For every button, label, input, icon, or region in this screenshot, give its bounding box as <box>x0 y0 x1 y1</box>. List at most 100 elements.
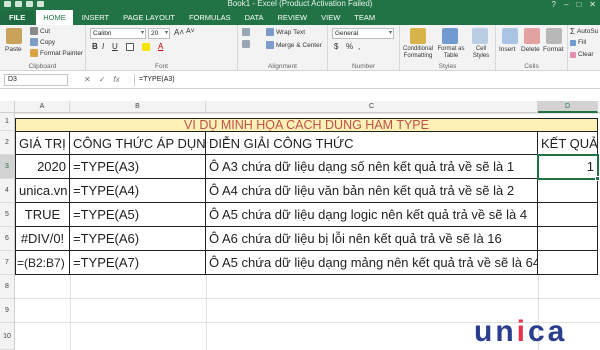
window-controls: ? – □ ✕ <box>552 0 596 9</box>
tab-review[interactable]: REVIEW <box>271 11 315 25</box>
cell-c6[interactable]: Ô A6 chứa dữ liệu bị lỗi nên kết quả trả… <box>206 227 538 251</box>
fill-button[interactable]: Fill <box>570 39 586 46</box>
cell-c3[interactable]: Ô A3 chứa dữ liệu dạng số nên kết quả tr… <box>206 155 538 179</box>
cut-button[interactable]: Cut <box>30 27 50 35</box>
tab-file[interactable]: FILE <box>0 11 35 25</box>
conditional-formatting-button[interactable]: Conditional Formatting <box>402 46 434 60</box>
header-cell-formula[interactable]: CÔNG THỨC ÁP DỤNG <box>70 131 206 155</box>
row-header-3[interactable]: 3 <box>0 155 15 179</box>
cell-styles-button[interactable]: Cell Styles <box>468 46 494 60</box>
maximize-button[interactable]: □ <box>576 0 581 9</box>
close-button[interactable]: ✕ <box>589 0 596 9</box>
tab-insert[interactable]: INSERT <box>75 11 116 25</box>
cell-a6[interactable]: #DIV/0! <box>15 227 70 251</box>
name-box[interactable]: D3 <box>4 74 68 86</box>
row-header-2[interactable]: 2 <box>0 131 15 155</box>
left-align-button[interactable] <box>242 40 250 48</box>
row-header-4[interactable]: 4 <box>0 179 15 203</box>
tab-team[interactable]: TEAM <box>347 11 382 25</box>
tab-home[interactable]: HOME <box>36 10 73 25</box>
row-header-6[interactable]: 6 <box>0 227 15 251</box>
merge-center-button[interactable]: Merge & Center <box>266 41 322 49</box>
insert-function-icon[interactable]: fx <box>113 74 119 86</box>
header-cell-explanation[interactable]: DIỄN GIẢI CÔNG THỨC <box>206 131 538 155</box>
shrink-font-button[interactable]: A˅ <box>186 28 195 35</box>
cell-c5[interactable]: Ô A5 chứa dữ liệu dạng logic nên kết quả… <box>206 203 538 227</box>
cell-a3[interactable]: 2020 <box>15 155 70 179</box>
formula-bar-buttons: ✕ ✓ fx <box>84 74 120 86</box>
eraser-icon <box>570 51 576 58</box>
cell-b7[interactable]: =TYPE(A7) <box>70 251 206 275</box>
chevron-down-icon: ▾ <box>388 30 392 36</box>
enter-icon[interactable]: ✓ <box>99 74 106 86</box>
cell-a7[interactable]: =(B2:B7) <box>15 251 70 275</box>
cell-c7[interactable]: Ô A5 chứa dữ liệu dạng mảng nên kết quả … <box>206 251 538 275</box>
tab-formulas[interactable]: FORMULAS <box>182 11 238 25</box>
comma-button[interactable]: , <box>358 42 360 51</box>
row-header-7[interactable]: 7 <box>0 251 15 275</box>
cell-b3[interactable]: =TYPE(A3) <box>70 155 206 179</box>
cell-d6[interactable] <box>538 227 598 251</box>
merge-center-label: Merge & Center <box>276 41 322 49</box>
row-header-9[interactable]: 9 <box>0 299 15 323</box>
row-header-5[interactable]: 5 <box>0 203 15 227</box>
column-header-c[interactable]: C <box>206 101 538 113</box>
styles-group: Conditional Formatting Format as Table C… <box>400 25 496 71</box>
font-size-select[interactable]: 20 ▾ <box>148 28 170 39</box>
tab-data[interactable]: DATA <box>238 11 271 25</box>
cell-d5[interactable] <box>538 203 598 227</box>
tab-view[interactable]: VIEW <box>314 11 347 25</box>
cell-b5[interactable]: =TYPE(A5) <box>70 203 206 227</box>
cell-d7[interactable] <box>538 251 598 275</box>
formula-input[interactable]: =TYPE(A3) <box>134 74 596 86</box>
percent-button[interactable]: % <box>346 42 353 51</box>
paste-button[interactable]: Paste <box>5 46 22 53</box>
cell-d4[interactable] <box>538 179 598 203</box>
number-format-select[interactable]: General ▾ <box>332 28 394 39</box>
cell-c4[interactable]: Ô A4 chứa dữ liệu văn bản nên kết quả tr… <box>206 179 538 203</box>
format-painter-button[interactable]: Format Painter <box>30 49 83 57</box>
autosum-button[interactable]: Σ AutoSu <box>570 27 598 36</box>
tab-page-layout[interactable]: PAGE LAYOUT <box>116 11 182 25</box>
row-header-8[interactable]: 8 <box>0 275 15 299</box>
grow-font-button[interactable]: A˄ <box>174 28 184 37</box>
underline-button[interactable]: U <box>112 42 118 51</box>
merge-icon <box>266 41 274 49</box>
borders-button[interactable] <box>126 43 134 51</box>
currency-button[interactable]: $ <box>334 42 338 51</box>
column-header-d[interactable]: D <box>538 101 598 113</box>
top-align-button[interactable] <box>242 28 250 36</box>
row-header-10[interactable]: 10 <box>0 323 15 350</box>
clear-button[interactable]: Clear <box>570 51 594 58</box>
delete-button[interactable]: Delete <box>521 46 540 53</box>
header-cell-value[interactable]: GIÁ TRỊ <box>15 131 70 155</box>
insert-button[interactable]: Insert <box>499 46 515 53</box>
header-cell-result[interactable]: KẾT QUẢ <box>538 131 598 155</box>
cell-a4[interactable]: unica.vn <box>15 179 70 203</box>
cell-a5[interactable]: TRUE <box>15 203 70 227</box>
format-button[interactable]: Format <box>543 46 564 53</box>
wrap-text-button[interactable]: Wrap Text <box>266 28 305 36</box>
select-all-button[interactable] <box>0 101 15 113</box>
column-header-b[interactable]: B <box>70 101 206 113</box>
alignment-group: Wrap Text Merge & Center Alignment <box>238 25 328 71</box>
font-name-select[interactable]: Calibri ▾ <box>90 28 146 39</box>
column-header-a[interactable]: A <box>15 101 70 113</box>
help-button[interactable]: ? <box>552 0 556 9</box>
cell-d3[interactable]: 1 <box>538 155 598 179</box>
format-as-table-button[interactable]: Format as Table <box>436 46 466 60</box>
italic-button[interactable]: I <box>102 42 104 51</box>
gridline <box>206 274 207 350</box>
logo-text-accent: i <box>516 315 528 348</box>
cell-b6[interactable]: =TYPE(A6) <box>70 227 206 251</box>
row-header-1[interactable]: 1 <box>0 113 15 131</box>
bold-button[interactable]: B <box>92 42 98 51</box>
minimize-button[interactable]: – <box>564 0 568 9</box>
cancel-icon[interactable]: ✕ <box>84 74 91 86</box>
copy-button[interactable]: Copy <box>30 38 55 46</box>
font-color-button[interactable]: A <box>158 42 163 51</box>
number-group-label: Number <box>351 63 376 70</box>
sheet-title-cell[interactable]: VÍ DỤ MINH HỌA CÁCH DÙNG HÀM TYPE <box>15 118 598 132</box>
fill-color-button[interactable] <box>142 43 150 51</box>
cell-b4[interactable]: =TYPE(A4) <box>70 179 206 203</box>
